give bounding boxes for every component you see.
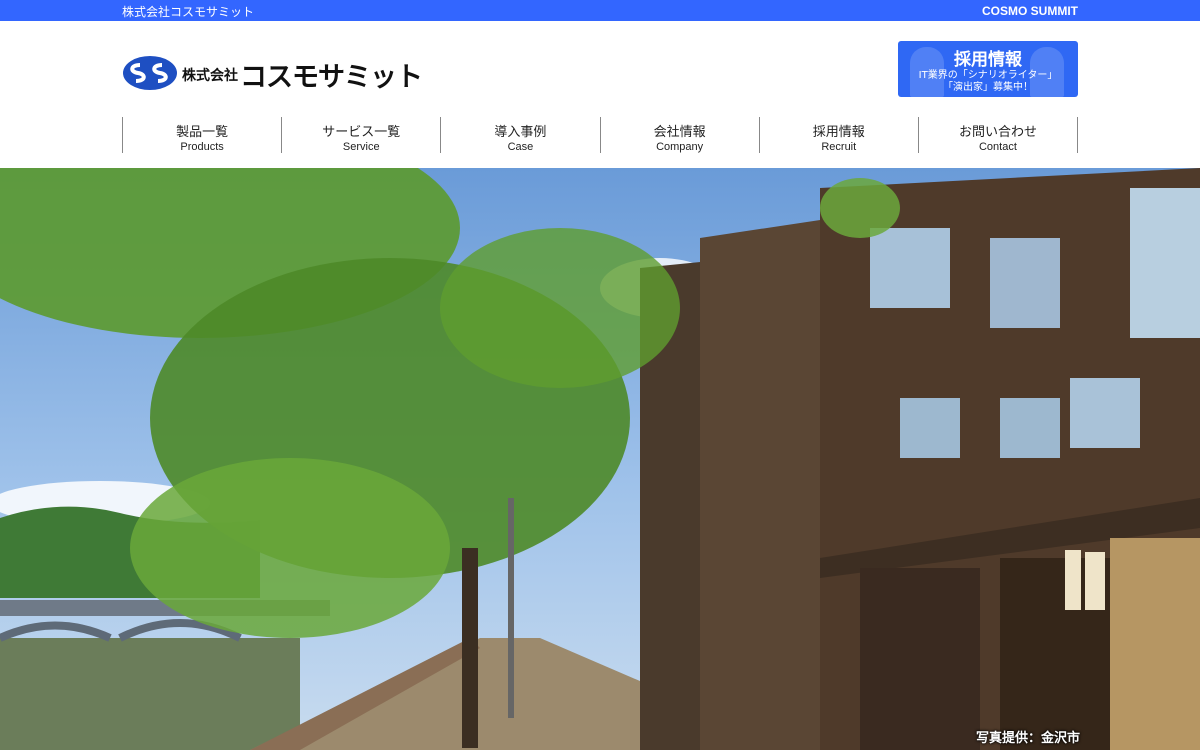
nav-label-en: Case xyxy=(507,141,534,153)
nav-label-jp: 製品一覧 xyxy=(176,125,229,140)
topbar-company-name: 株式会社コスモサミット xyxy=(122,5,255,19)
topbar-brand: COSMO SUMMIT xyxy=(982,4,1078,18)
site-header: 株式会社 コスモサミット 採用情報 IT業界の「シナリオライター」 「演出家」募… xyxy=(0,21,1200,168)
nav-label-jp: 採用情報 xyxy=(812,125,865,140)
nav-label-jp: 会社情報 xyxy=(653,125,706,140)
recruit-banner[interactable]: 採用情報 IT業界の「シナリオライター」 「演出家」募集中！ xyxy=(898,41,1078,97)
recruit-banner-title: 採用情報 xyxy=(954,50,1022,70)
main-nav: 製品一覧 Products サービス一覧 Service 導入事例 Case 会… xyxy=(122,117,1079,153)
nav-label-en: Company xyxy=(656,141,704,153)
nav-item-recruit[interactable]: 採用情報 Recruit xyxy=(758,117,918,153)
recruit-banner-line2: 「演出家」募集中！ xyxy=(943,82,1033,93)
photo-credit: 写真提供：金沢市 xyxy=(975,731,1080,746)
nav-item-service[interactable]: サービス一覧 Service xyxy=(281,117,440,153)
company-logo[interactable]: 株式会社 コスモサミット xyxy=(122,55,432,93)
nav-item-company[interactable]: 会社情報 Company xyxy=(599,117,759,153)
nav-label-jp: 導入事例 xyxy=(494,125,547,140)
recruit-banner-line1: IT業界の「シナリオライター」 xyxy=(918,70,1058,81)
nav-label-en: Contact xyxy=(978,141,1017,153)
logo-prefix: 株式会社 xyxy=(182,68,238,84)
nav-label-jp: お問い合わせ xyxy=(958,125,1037,140)
nav-label-en: Products xyxy=(180,141,224,153)
nav-item-products[interactable]: 製品一覧 Products xyxy=(122,117,281,153)
nav-item-case[interactable]: 導入事例 Case xyxy=(440,117,599,153)
top-bar: 株式会社コスモサミット COSMO SUMMIT xyxy=(0,0,1200,21)
hero-image: 写真提供：金沢市 xyxy=(0,168,1200,750)
nav-label-jp: サービス一覧 xyxy=(322,125,401,140)
logo-name: コスモサミット xyxy=(240,62,423,93)
nav-item-contact[interactable]: お問い合わせ Contact xyxy=(917,117,1079,153)
hero-scene xyxy=(0,168,1200,750)
nav-label-en: Service xyxy=(342,141,380,153)
cs-logo-icon xyxy=(123,56,177,90)
nav-label-en: Recruit xyxy=(821,141,857,153)
